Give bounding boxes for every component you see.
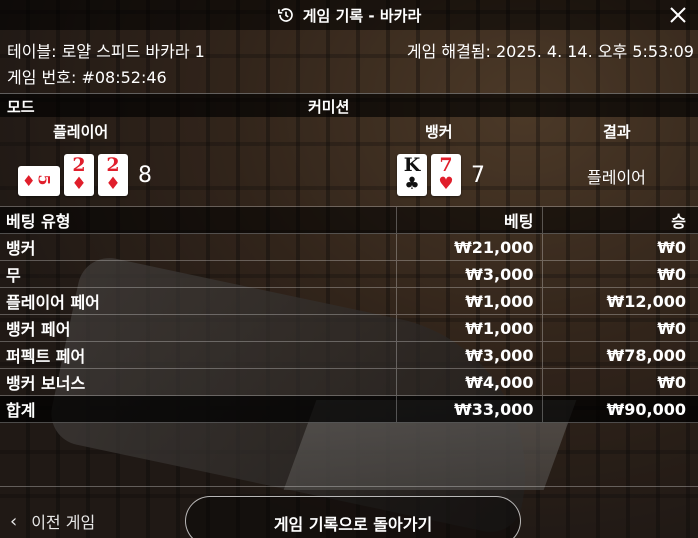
close-icon <box>670 7 686 23</box>
commission-label: 커미션 <box>308 98 350 116</box>
table-row: 뱅커 ₩21,000 ₩0 <box>0 233 698 261</box>
result-heading: 결과 <box>603 123 631 141</box>
playing-card: ♦ 5 <box>18 166 60 196</box>
game-info: 테이블: 로얄 스피드 바카라 1 게임 해결됨: 2025. 4. 14. 오… <box>0 36 698 88</box>
game-number: 게임 번호: #08:52:46 <box>7 68 167 87</box>
win-amount-cell: ₩0 <box>541 233 698 261</box>
bet-amount-cell: ₩3,000 <box>395 341 542 369</box>
bet-amount-cell: ₩21,000 <box>395 233 542 261</box>
table-row: 뱅커 페어 ₩1,000 ₩0 <box>0 314 698 342</box>
bet-type-cell: 뱅커 보너스 <box>0 368 396 396</box>
playing-card: 7 ♥ <box>431 154 461 196</box>
player-heading: 플레이어 <box>53 123 109 141</box>
footer: ‹ 이전 게임 게임 기록으로 돌아가기 <box>0 486 698 538</box>
win-amount-cell: ₩0 <box>541 368 698 396</box>
total-row: 합계 ₩33,000 ₩90,000 <box>0 395 698 423</box>
banker-heading: 뱅커 <box>425 123 453 141</box>
playing-card: 2 ♦ <box>64 154 94 196</box>
chevron-left-icon: ‹ <box>10 510 18 532</box>
table-header-row: 베팅 유형 베팅 승 <box>0 206 698 234</box>
win-amount-cell: ₩0 <box>541 260 698 288</box>
resolved-time: 게임 해결됨: 2025. 4. 14. 오후 5:53:09 <box>406 42 694 61</box>
banker-hand: K ♣ 7 ♥ 7 <box>397 154 485 196</box>
playing-card: 2 ♦ <box>98 154 128 196</box>
total-bet: ₩33,000 <box>395 395 542 423</box>
table-row: 퍼펙트 페어 ₩3,000 ₩78,000 <box>0 341 698 369</box>
win-amount-cell: ₩12,000 <box>541 287 698 315</box>
bet-amount-cell: ₩1,000 <box>395 287 542 315</box>
bet-amount-cell: ₩4,000 <box>395 368 542 396</box>
mode-row: 모드 커미션 <box>0 93 698 117</box>
total-label: 합계 <box>0 395 396 423</box>
table-row: 플레이어 페어 ₩1,000 ₩12,000 <box>0 287 698 315</box>
page-title: 게임 기록 - 바카라 <box>302 6 422 25</box>
mode-label: 모드 <box>7 98 35 116</box>
bet-type-cell: 퍼펙트 페어 <box>0 341 396 369</box>
player-hand: ♦ 5 2 ♦ 2 ♦ 8 <box>18 154 152 196</box>
table-label: 테이블: 로얄 스피드 바카라 1 <box>7 42 205 61</box>
bets-table: 베팅 유형 베팅 승 뱅커 ₩21,000 ₩0 무 ₩3,000 ₩0 플레이… <box>0 206 698 423</box>
result-header: 플레이어 뱅커 결과 <box>0 120 698 144</box>
player-score: 8 <box>138 162 152 188</box>
banker-score: 7 <box>471 162 485 188</box>
bet-type-cell: 뱅커 <box>0 233 396 261</box>
playing-card: K ♣ <box>397 154 427 196</box>
table-row: 뱅커 보너스 ₩4,000 ₩0 <box>0 368 698 396</box>
total-win: ₩90,000 <box>541 395 698 423</box>
column-header-bet: 베팅 <box>395 206 542 234</box>
bet-type-cell: 뱅커 페어 <box>0 314 396 342</box>
bet-type-cell: 무 <box>0 260 396 288</box>
back-to-history-label: 게임 기록으로 돌아가기 <box>273 515 433 534</box>
table-row: 무 ₩3,000 ₩0 <box>0 260 698 288</box>
column-header-win: 승 <box>541 206 698 234</box>
win-amount-cell: ₩78,000 <box>541 341 698 369</box>
result-value: 플레이어 <box>587 168 646 187</box>
column-header-bet-type: 베팅 유형 <box>0 206 396 234</box>
header-bar: 게임 기록 - 바카라 <box>0 0 698 30</box>
bet-type-cell: 플레이어 페어 <box>0 287 396 315</box>
back-to-history-button[interactable]: 게임 기록으로 돌아가기 <box>185 496 521 538</box>
bet-amount-cell: ₩1,000 <box>395 314 542 342</box>
close-button[interactable] <box>666 3 690 27</box>
bet-amount-cell: ₩3,000 <box>395 260 542 288</box>
history-icon <box>277 8 293 22</box>
previous-game-label: 이전 게임 <box>31 513 96 532</box>
win-amount-cell: ₩0 <box>541 314 698 342</box>
previous-game-button[interactable]: ‹ 이전 게임 <box>10 509 95 533</box>
